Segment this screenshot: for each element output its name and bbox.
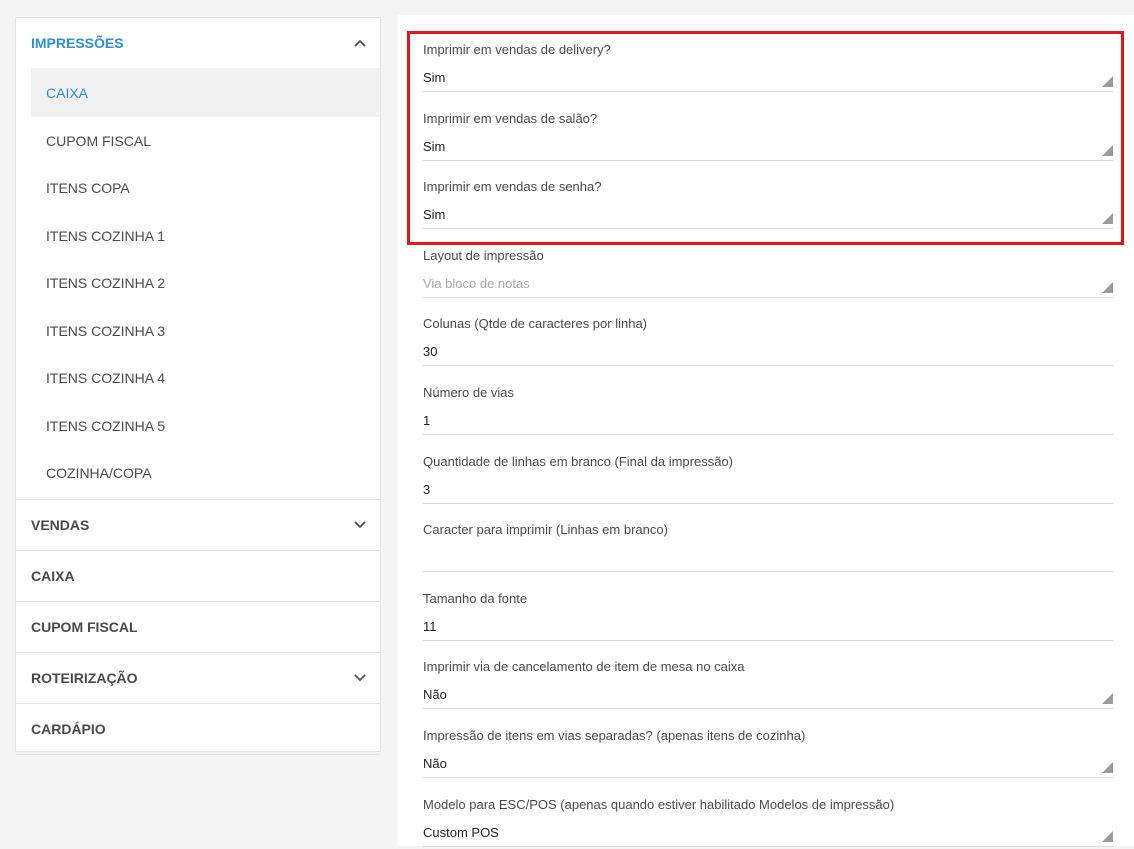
text-field[interactable]: Colunas (Qtde de caracteres por linha) 30: [423, 316, 1113, 368]
field-underline: [423, 571, 1113, 573]
field-label: Tamanho da fonte: [423, 590, 528, 606]
select-value[interactable]: Não: [423, 756, 447, 771]
chevron-down-icon[interactable]: [354, 672, 366, 684]
sidebar-group-caixa[interactable]: CAIXA: [16, 551, 380, 602]
field-underline: [423, 91, 1113, 92]
select-field[interactable]: Imprimir em vendas de salão? Sim: [423, 111, 1113, 163]
field-label: Caracter para imprimir (Linhas em branco…: [423, 522, 668, 538]
chevron-up-icon[interactable]: [354, 37, 366, 49]
field-label: Imprimir via de cancelamento de item de …: [423, 659, 745, 675]
sidebar-group-cardapio[interactable]: CARDÁPIO: [16, 704, 380, 755]
select-arrow-icon[interactable]: [1102, 830, 1113, 842]
select-field[interactable]: Imprimir via de cancelamento de item de …: [423, 659, 1113, 711]
sidebar-item-cupom-fiscal[interactable]: CUPOM FISCAL: [31, 117, 380, 165]
text-field[interactable]: Tamanho da fonte 11: [423, 591, 1113, 643]
sidebar-item-caixa[interactable]: CAIXA: [31, 68, 380, 117]
select-arrow-icon[interactable]: [1102, 144, 1113, 156]
sidebar-group-roteirizacao[interactable]: ROTEIRIZAÇÃO: [16, 653, 380, 704]
field-underline: [423, 434, 1113, 435]
select-value[interactable]: Sim: [423, 70, 445, 85]
field-label: Modelo para ESC/POS (apenas quando estiv…: [423, 796, 895, 812]
sidebar-item-itens-cozinha-2[interactable]: ITENS COZINHA 2: [31, 260, 380, 308]
chevron-down-icon[interactable]: [354, 519, 366, 531]
sidebar-item-itens-cozinha-5[interactable]: ITENS COZINHA 5: [31, 402, 380, 450]
sidebar-group-label: CAIXA: [31, 568, 75, 584]
select-value[interactable]: Sim: [423, 207, 445, 222]
field-label: Imprimir em vendas de salão?: [423, 110, 598, 126]
input-value[interactable]: 11: [423, 619, 437, 634]
select-field[interactable]: Imprimir em vendas de delivery? Sim: [423, 42, 1113, 94]
print-settings-form: Imprimir em vendas de delivery? Sim Imprim…: [398, 15, 1134, 849]
select-value[interactable]: Via bloco de notas: [423, 276, 530, 291]
field-underline: [423, 708, 1113, 710]
field-underline: [423, 639, 1113, 641]
field-label: Layout de impressão: [423, 247, 544, 263]
field-label: Colunas (Qtde de caracteres por linha): [423, 316, 648, 332]
sidebar-group-label: IMPRESSÕES: [31, 35, 124, 51]
settings-sidebar: IMPRESSÕES CAIXA CUPOM FISCAL ITENS COPA ITE…: [15, 17, 381, 755]
select-arrow-icon[interactable]: [1102, 76, 1113, 87]
select-value[interactable]: Não: [423, 687, 447, 702]
field-label: Impressão de itens em vias separadas? (a…: [423, 728, 806, 743]
text-field[interactable]: Número de vias 1: [423, 385, 1113, 437]
field-label: Número de vias: [423, 385, 515, 400]
select-arrow-icon[interactable]: [1102, 281, 1113, 293]
sidebar-item-itens-cozinha-1[interactable]: ITENS COZINHA 1: [31, 212, 380, 260]
select-field[interactable]: Modelo para ESC/POS (apenas quando estiv…: [423, 797, 1113, 849]
sidebar-group-label: VENDAS: [31, 517, 90, 533]
select-value[interactable]: Sim: [423, 139, 445, 154]
sidebar-item-itens-cozinha-4[interactable]: ITENS COZINHA 4: [31, 355, 380, 403]
field-underline: [423, 228, 1113, 230]
select-field[interactable]: Layout de impressão Via bloco de notas: [423, 248, 1113, 300]
select-arrow-icon[interactable]: [1102, 213, 1113, 225]
sidebar-item-itens-cozinha-3[interactable]: ITENS COZINHA 3: [31, 307, 380, 355]
field-label: Quantidade de linhas em branco (Final da…: [423, 453, 734, 469]
sidebar-group-cupom-fiscal[interactable]: CUPOM FISCAL: [16, 602, 380, 653]
text-field[interactable]: Caracter para imprimir (Linhas em branco…: [423, 522, 1113, 574]
field-label: Imprimir em vendas de delivery?: [423, 42, 611, 57]
sidebar-group-vendas[interactable]: VENDAS: [16, 500, 380, 551]
field-underline: [423, 365, 1113, 367]
select-value[interactable]: Custom POS: [423, 825, 499, 840]
select-arrow-icon[interactable]: [1102, 762, 1113, 773]
input-value[interactable]: 30: [423, 344, 437, 359]
input-value[interactable]: 3: [423, 482, 430, 497]
text-field[interactable]: Quantidade de linhas em branco (Final da…: [423, 454, 1113, 506]
sidebar-group-label: CARDÁPIO: [31, 721, 106, 737]
field-underline: [423, 777, 1113, 778]
field-underline: [423, 159, 1113, 161]
sidebar-item-cozinha-copa[interactable]: COZINHA/COPA: [31, 450, 380, 498]
sidebar-item-itens-copa[interactable]: ITENS COPA: [31, 165, 380, 213]
field-underline: [423, 502, 1113, 504]
field-underline: [423, 296, 1113, 298]
select-arrow-icon[interactable]: [1102, 693, 1113, 705]
sidebar-group-label: ROTEIRIZAÇÃO: [31, 670, 138, 686]
field-label: Imprimir em vendas de senha?: [423, 179, 602, 195]
sidebar-group-impressoes[interactable]: IMPRESSÕES: [16, 18, 380, 68]
sidebar-group-label: CUPOM FISCAL: [31, 619, 138, 635]
select-field[interactable]: Imprimir em vendas de senha? Sim: [423, 179, 1113, 231]
sidebar-sub-list: CAIXA CUPOM FISCAL ITENS COPA ITENS COZINHA…: [16, 68, 380, 500]
input-value[interactable]: 1: [423, 413, 430, 428]
select-field[interactable]: Impressão de itens em vias separadas? (a…: [423, 728, 1113, 780]
